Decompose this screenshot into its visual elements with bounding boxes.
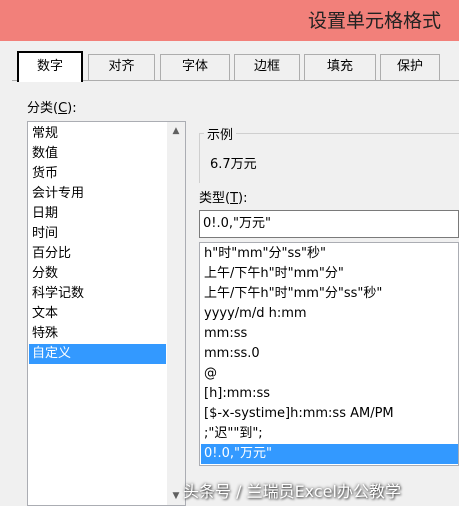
- category-item-scientific[interactable]: 科学记数: [29, 284, 166, 304]
- tab-font[interactable]: 字体: [160, 54, 230, 80]
- format-item[interactable]: h"时"mm"分"ss"秒": [201, 244, 458, 264]
- title-bar: 设置单元格格式: [0, 0, 459, 41]
- format-item[interactable]: mm:ss.0: [201, 344, 458, 364]
- format-item[interactable]: [h]:mm:ss: [201, 384, 458, 404]
- category-item-special[interactable]: 特殊: [29, 324, 166, 344]
- category-item-text[interactable]: 文本: [29, 304, 166, 324]
- format-item[interactable]: 上午/下午h"时"mm"分"ss"秒": [201, 284, 458, 304]
- category-scrollbar[interactable]: ▲ ▼: [167, 122, 185, 505]
- format-item[interactable]: yyyy/m/d h:mm: [201, 304, 458, 324]
- tab-border[interactable]: 边框: [234, 54, 300, 80]
- tab-protection[interactable]: 保护: [380, 54, 440, 80]
- tab-fill[interactable]: 填充: [304, 54, 376, 80]
- watermark-text: 头条号 / 兰瑞员Excel办公教学: [183, 482, 401, 501]
- scroll-up-icon[interactable]: ▲: [167, 126, 185, 136]
- category-list[interactable]: 常规 数值 货币 会计专用 日期 时间 百分比 分数 科学记数 文本 特殊 自定…: [27, 121, 186, 506]
- format-item-selected[interactable]: 0!.0,"万元": [201, 444, 458, 464]
- category-item-accounting[interactable]: 会计专用: [29, 184, 166, 204]
- category-item-number[interactable]: 数值: [29, 144, 166, 164]
- format-item[interactable]: 上午/下午h"时"mm"分": [201, 264, 458, 284]
- type-label: 类型(T):: [199, 191, 248, 206]
- category-item-currency[interactable]: 货币: [29, 164, 166, 184]
- category-item-general[interactable]: 常规: [29, 124, 166, 144]
- format-item[interactable]: @: [201, 364, 458, 384]
- example-value: 6.7万元: [210, 157, 257, 172]
- category-item-custom[interactable]: 自定义: [29, 344, 166, 364]
- format-item[interactable]: mm:ss: [201, 324, 458, 344]
- format-item[interactable]: [$-x-systime]h:mm:ss AM/PM: [201, 404, 458, 424]
- format-list[interactable]: h"时"mm"分"ss"秒" 上午/下午h"时"mm"分" 上午/下午h"时"m…: [199, 242, 459, 466]
- category-item-percentage[interactable]: 百分比: [29, 244, 166, 264]
- category-label: 分类(C):: [27, 101, 77, 116]
- type-input[interactable]: 0!.0,"万元": [199, 210, 459, 238]
- category-item-date[interactable]: 日期: [29, 204, 166, 224]
- tab-strip: 数字 对齐 字体 边框 填充 保护: [0, 41, 459, 82]
- dialog-title: 设置单元格格式: [307, 10, 441, 32]
- format-item[interactable]: ;"迟""到";: [201, 424, 458, 444]
- example-label: 示例: [204, 124, 237, 143]
- tab-alignment[interactable]: 对齐: [88, 54, 155, 80]
- category-item-fraction[interactable]: 分数: [29, 264, 166, 284]
- tab-number[interactable]: 数字: [17, 51, 83, 82]
- category-item-time[interactable]: 时间: [29, 224, 166, 244]
